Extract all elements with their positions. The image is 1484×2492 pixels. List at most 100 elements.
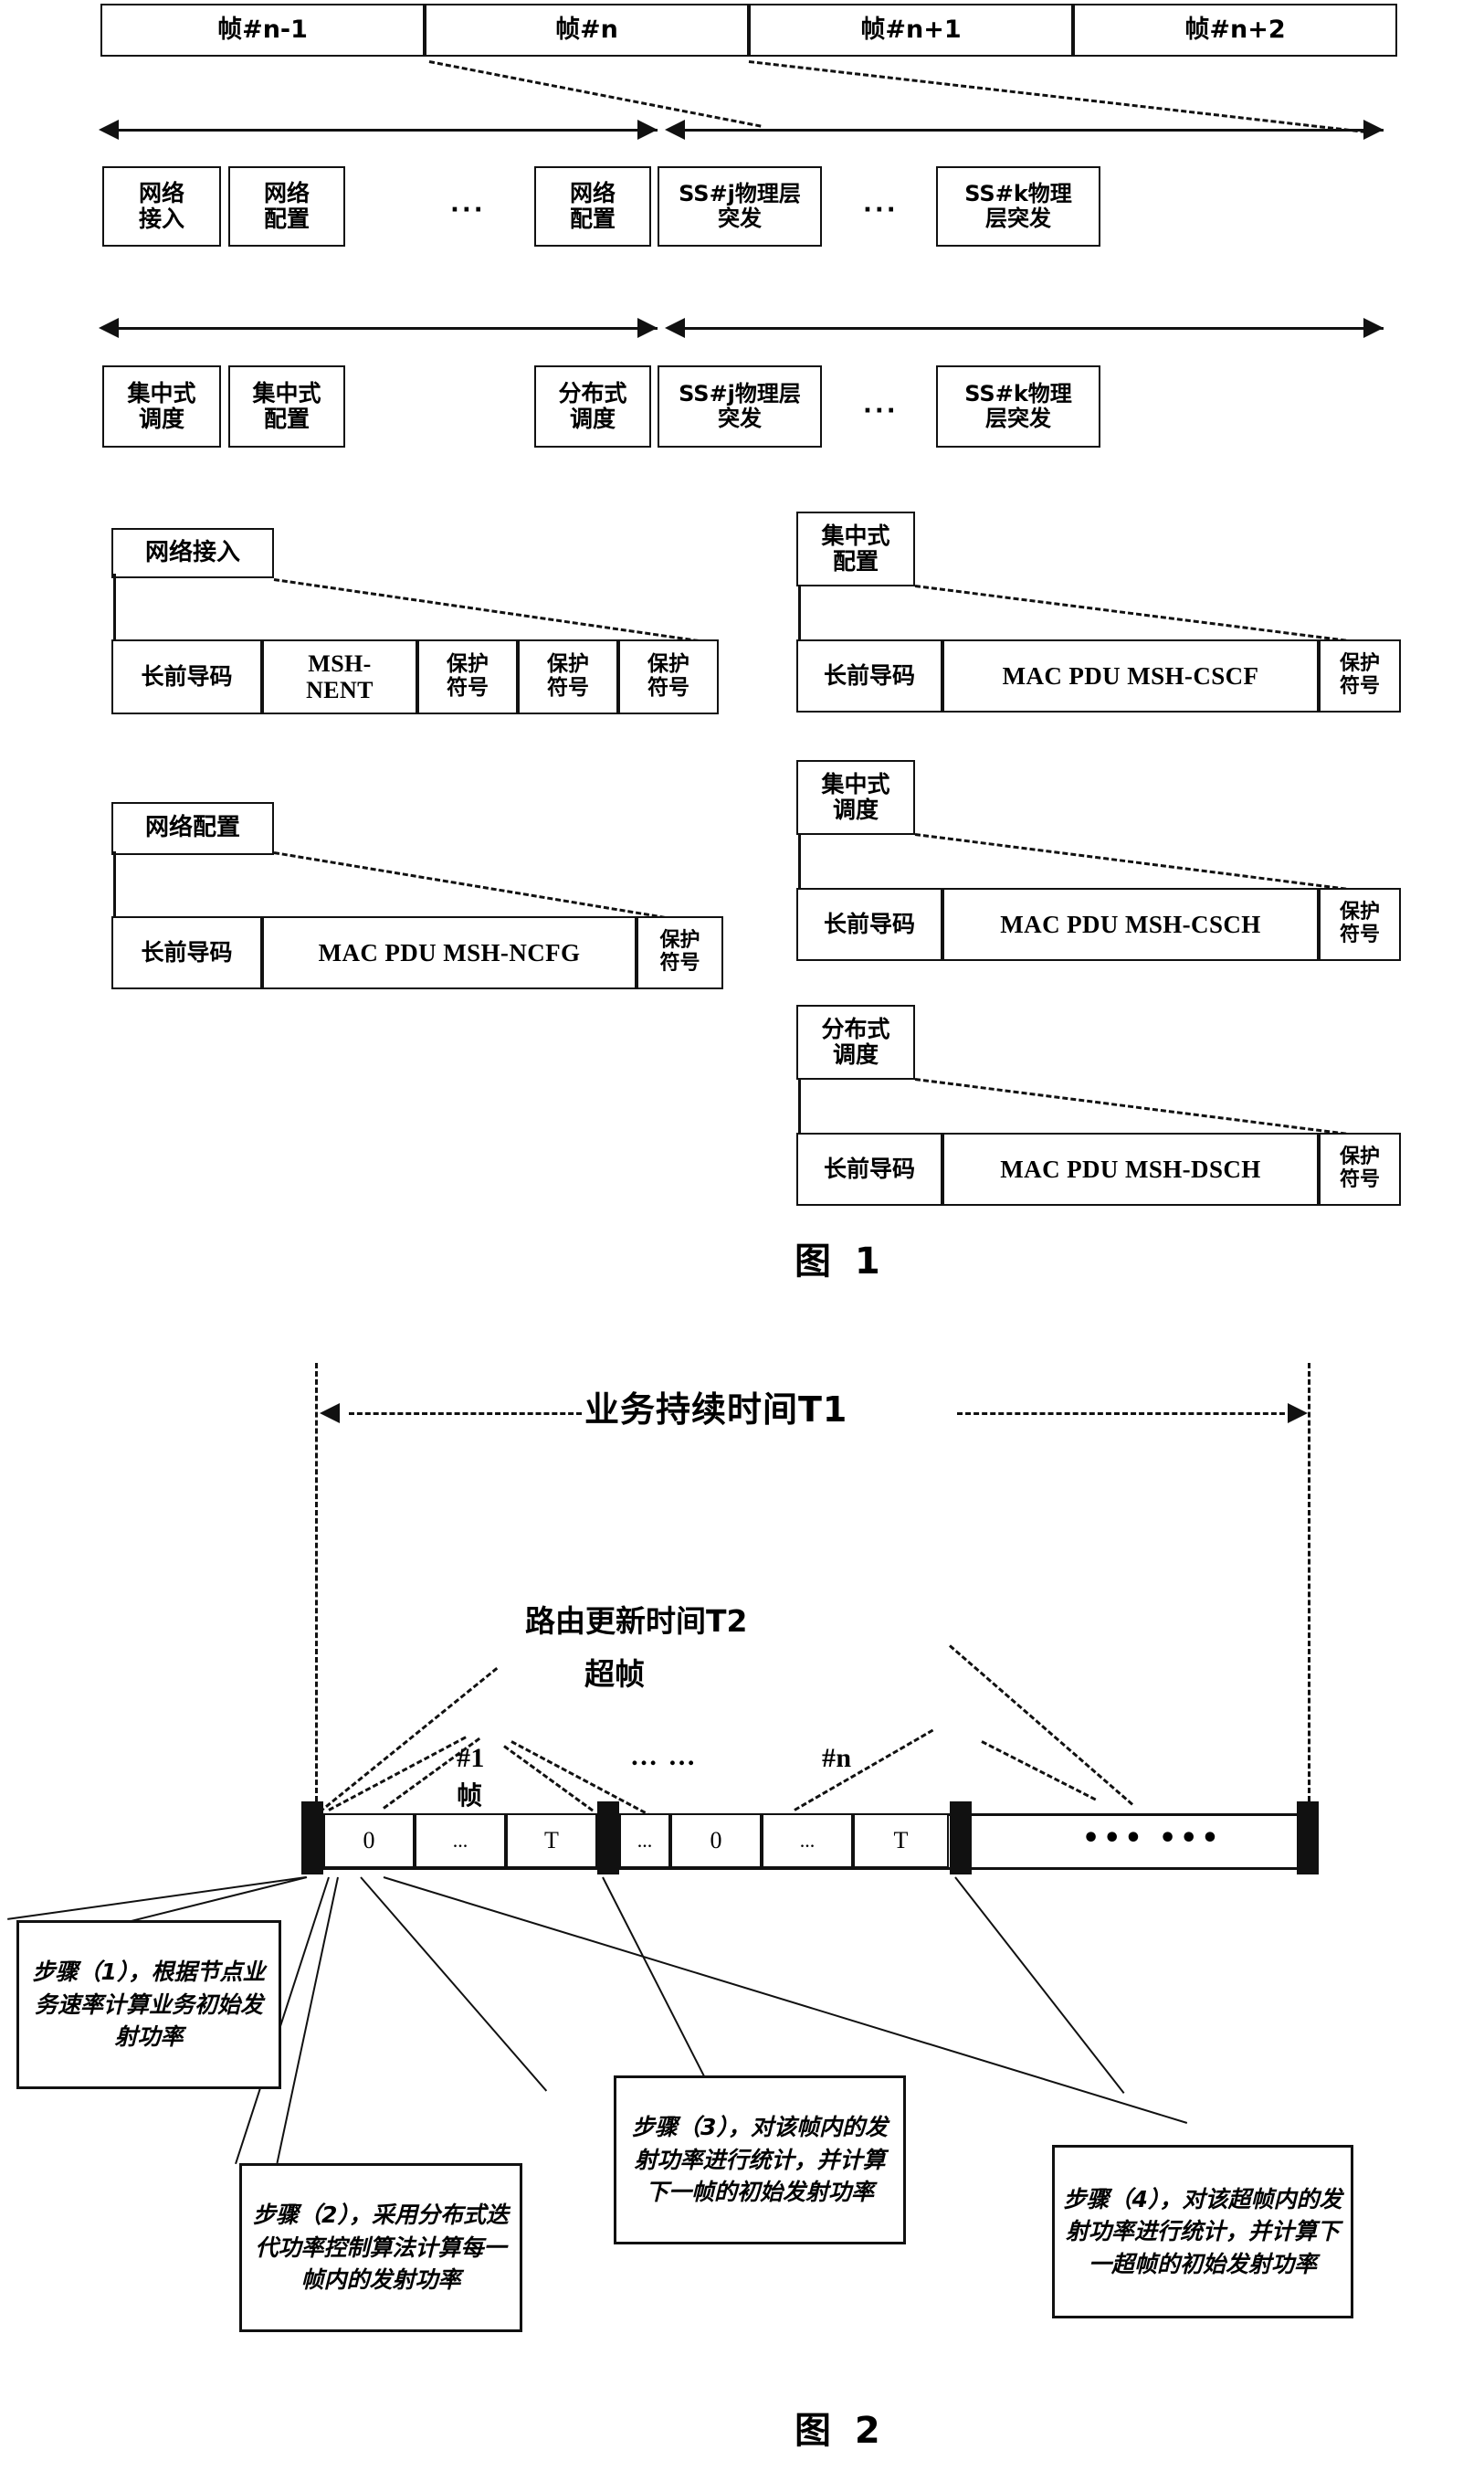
timeline-cell: 0 (670, 1813, 762, 1868)
expansion-guide (428, 60, 762, 128)
timeline-cell: ... (619, 1813, 670, 1868)
detail-guide (914, 833, 1396, 897)
detail-connector (798, 585, 801, 647)
step-callout-2: 步骤（2），采用分布式迭代功率控制算法计算每一帧内的发射功率 (239, 2163, 522, 2332)
timeline-cell: T (853, 1813, 949, 1868)
arrow-head-right (1363, 318, 1384, 338)
frame-index-first-sub: 帧 (457, 1780, 483, 1811)
timeline-cell: ... (762, 1813, 853, 1868)
superframe-boundary-marker (1297, 1801, 1319, 1874)
t1-arrow-head-left (320, 1403, 340, 1423)
detail-guide (914, 585, 1396, 649)
timeline-cell: ... (415, 1813, 506, 1868)
detail-field-guard-symbol: 保护 符号 (518, 639, 618, 714)
schedule-cell-distributed-scheduling: 分布式 调度 (534, 365, 651, 448)
frame-n-leader-right (981, 1740, 1097, 1801)
detail-field-long-preamble: 长前导码 (796, 1133, 942, 1206)
detail-field-guard-symbol: 保护 符号 (1319, 639, 1401, 713)
detail-connector (798, 833, 801, 895)
t1-arrow-head-right (1288, 1403, 1308, 1423)
step4-leader-b (954, 1876, 1125, 2095)
t1-right-boundary (1308, 1363, 1310, 1801)
detail-title-network-entry: 网络接入 (111, 528, 274, 578)
patent-drawing-page: 帧#n-1 帧#n 帧#n+1 帧#n+2 网络 接入 网络 配置 ··· 网络… (0, 0, 1484, 2492)
superframe-label: 超帧 (584, 1656, 645, 1692)
control-cell-ss-k-burst: SS#k物理 层突发 (936, 166, 1100, 247)
detail-guide (273, 578, 700, 643)
arrow-head-right (1363, 120, 1384, 140)
detail-field-mac-pdu-msh-csch: MAC PDU MSH-CSCH (942, 888, 1319, 961)
span-arrow-line (685, 327, 1384, 330)
superframe-leader-right (949, 1644, 1133, 1806)
arrow-head-left (665, 120, 685, 140)
span-arrow-line (119, 129, 658, 132)
superframe-cell: 帧#n+1 (749, 4, 1073, 57)
t1-left-boundary (315, 1363, 318, 1801)
timeline-tail-dots: ••• ••• (1082, 1822, 1223, 1854)
arrow-head-right (637, 120, 658, 140)
detail-field-long-preamble: 长前导码 (796, 888, 942, 961)
detail-field-guard-symbol: 保护 符号 (1319, 888, 1401, 961)
control-cell-network-config: 网络 配置 (228, 166, 345, 247)
figure-1-label: 图 1 (795, 1241, 886, 1283)
detail-field-mac-pdu-msh-cscf: MAC PDU MSH-CSCF (942, 639, 1319, 713)
superframe-cell: 帧#n+2 (1073, 4, 1397, 57)
detail-guide (273, 851, 698, 924)
detail-field-guard-symbol: 保护 符号 (618, 639, 719, 714)
t1-arrow-line-right (957, 1412, 1293, 1415)
schedule-cell-ss-k-burst: SS#k物理 层突发 (936, 365, 1100, 448)
superframe-boundary-marker (301, 1801, 323, 1874)
superframe-cell: 帧#n-1 (100, 4, 425, 57)
route-update-time-label: 路由更新时间T2 (525, 1603, 748, 1639)
detail-connector (113, 851, 116, 920)
superframe-boundary-marker (950, 1801, 972, 1874)
detail-field-long-preamble: 长前导码 (111, 916, 262, 989)
service-duration-label: 业务持续时间T1 (584, 1389, 848, 1430)
detail-title-network-config: 网络配置 (111, 802, 274, 855)
schedule-row-ellipsis: ··· (863, 397, 899, 425)
frame-n-leader-left (794, 1728, 934, 1811)
detail-guide (914, 1078, 1396, 1142)
schedule-cell-ss-j-burst: SS#j物理层 突发 (658, 365, 822, 448)
timeline-cell: 0 (323, 1813, 415, 1868)
expansion-guide (748, 60, 1366, 133)
span-arrow-line (119, 327, 658, 330)
arrow-head-left (99, 318, 119, 338)
step3-leader (360, 1876, 548, 2092)
frame-middle-ellipsis: … … (630, 1741, 698, 1771)
step-callout-3: 步骤（3），对该帧内的发射功率进行统计，并计算下一帧的初始发射功率 (614, 2075, 906, 2244)
detail-connector (798, 1078, 801, 1140)
control-row-ellipsis: ··· (450, 196, 486, 224)
detail-title-distributed-scheduling: 分布式 调度 (796, 1005, 915, 1080)
detail-field-long-preamble: 长前导码 (111, 639, 262, 714)
superframe-cell: 帧#n (425, 4, 749, 57)
detail-field-guard-symbol: 保护 符号 (417, 639, 518, 714)
step-callout-1: 步骤（1），根据节点业务速率计算业务初始发射功率 (16, 1920, 281, 2089)
superframe-boundary-marker (597, 1801, 619, 1874)
control-row-ellipsis-2: ··· (863, 196, 899, 224)
arrow-head-left (665, 318, 685, 338)
detail-title-centralized-config: 集中式 配置 (796, 512, 915, 586)
t1-arrow-line-left (349, 1412, 582, 1415)
detail-connector (113, 574, 116, 642)
detail-title-centralized-scheduling: 集中式 调度 (796, 760, 915, 835)
frame-index-first: #1 (457, 1743, 485, 1773)
detail-field-long-preamble: 长前导码 (796, 639, 942, 713)
detail-field-mac-pdu-msh-ncfg: MAC PDU MSH-NCFG (262, 916, 637, 989)
schedule-cell-centralized-config: 集中式 配置 (228, 365, 345, 448)
schedule-cell-centralized-scheduling: 集中式 调度 (102, 365, 221, 448)
step-callout-4: 步骤（4），对该超帧内的发射功率进行统计，并计算下一超帧的初始发射功率 (1052, 2145, 1353, 2318)
step2-leader-b (276, 1876, 339, 2164)
arrow-head-right (637, 318, 658, 338)
control-cell-network-entry: 网络 接入 (102, 166, 221, 247)
span-arrow-line (685, 129, 1384, 132)
detail-field-guard-symbol: 保护 符号 (1319, 1133, 1401, 1206)
detail-field-guard-symbol: 保护 符号 (637, 916, 723, 989)
figure-2-label: 图 2 (795, 2410, 886, 2452)
detail-field-msh-nent: MSH- NENT (262, 639, 417, 714)
timeline-cell: T (506, 1813, 597, 1868)
control-cell-network-config-2: 网络 配置 (534, 166, 651, 247)
control-cell-ss-j-burst: SS#j物理层 突发 (658, 166, 822, 247)
frame-index-last: #n (822, 1743, 852, 1773)
detail-field-mac-pdu-msh-dsch: MAC PDU MSH-DSCH (942, 1133, 1319, 1206)
